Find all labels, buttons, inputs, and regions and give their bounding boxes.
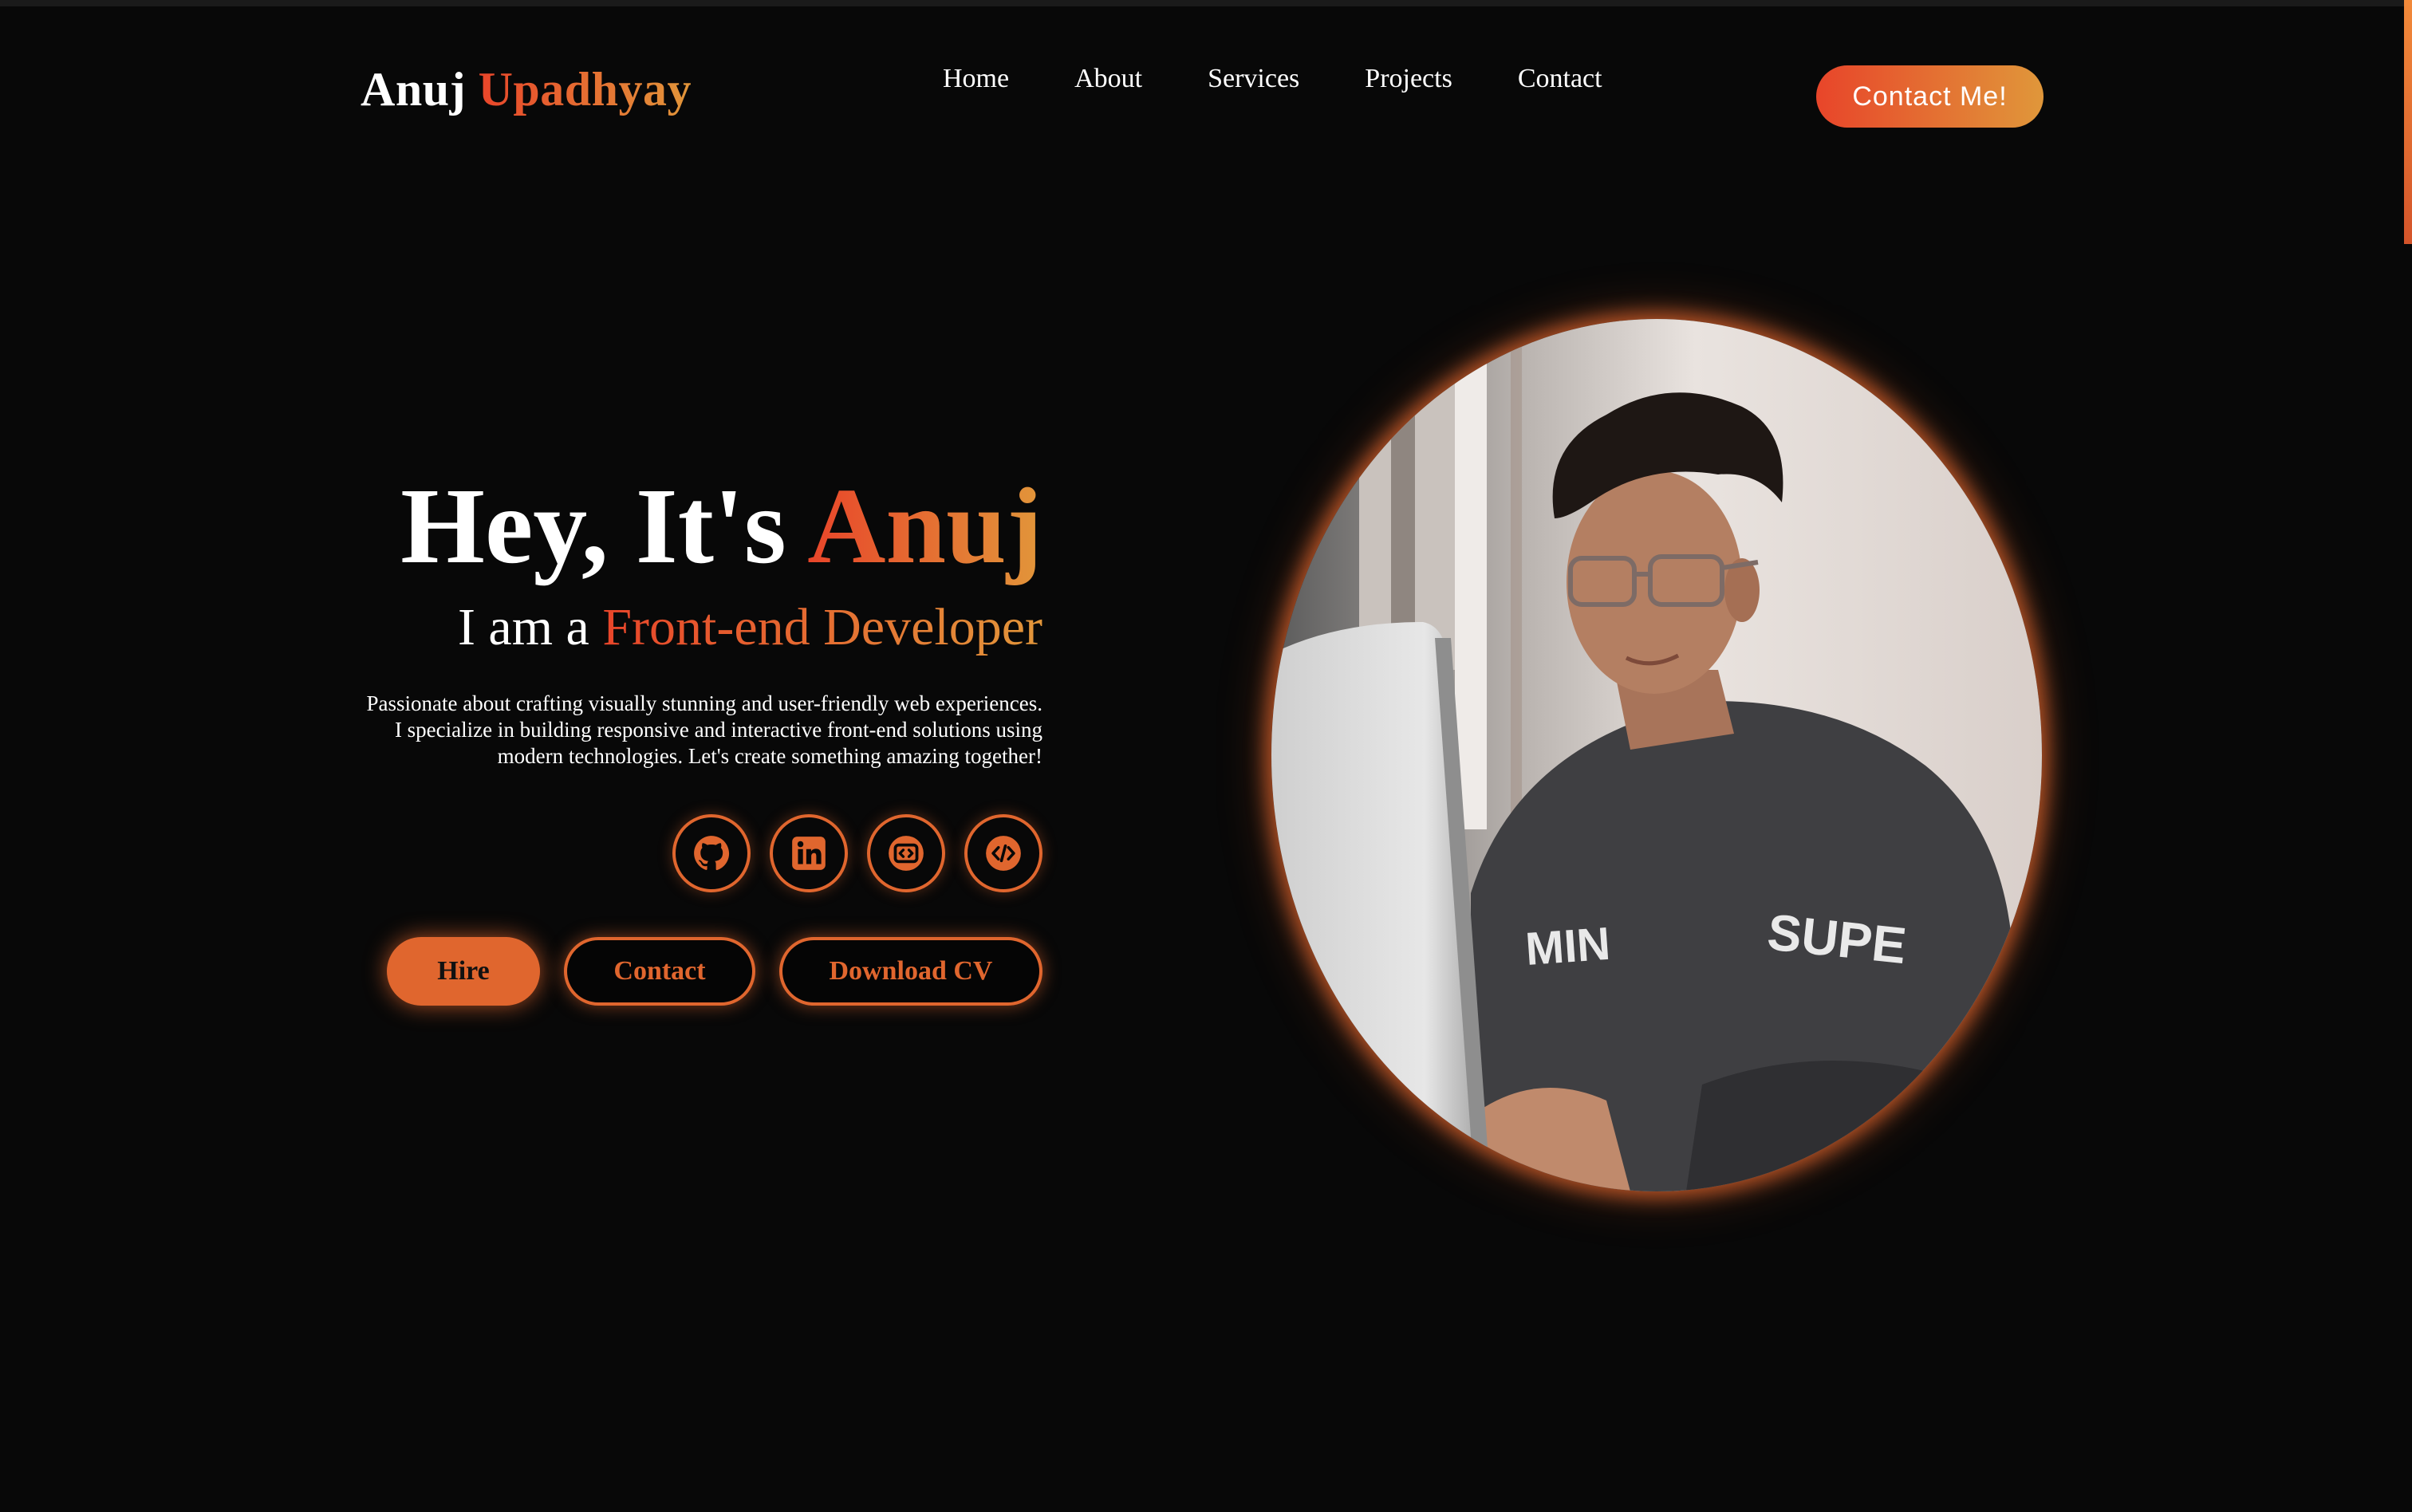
hero-greeting: Hey, It's Anuj (325, 463, 1042, 590)
logo-first-name: Anuj (361, 63, 467, 116)
nav-projects[interactable]: Projects (1365, 64, 1452, 94)
greeting-name: Anuj (807, 467, 1042, 586)
role-prefix: I am a (457, 598, 589, 656)
contact-button[interactable]: Contact (564, 937, 755, 1006)
contact-me-button[interactable]: Contact Me! (1816, 65, 2044, 128)
github-link[interactable] (672, 814, 751, 892)
profile-photo-illustration: SUPE MIN (1271, 319, 2042, 1191)
role-title: Front-end Developer (602, 598, 1042, 656)
linkedin-link[interactable] (770, 814, 848, 892)
nav-home[interactable]: Home (943, 64, 1009, 94)
profile-photo: SUPE MIN (1271, 319, 2042, 1191)
hero-role: I am a Front-end Developer (325, 592, 1042, 663)
github-icon (694, 836, 730, 871)
linkedin-icon (792, 837, 826, 870)
scroll-indicator[interactable] (2404, 0, 2412, 244)
code-link[interactable] (964, 814, 1042, 892)
codepen-icon (889, 836, 924, 871)
hero-intro: Hey, It's Anuj I am a Front-end Develope… (325, 463, 1042, 1006)
main-nav: Home About Services Projects Contact (943, 64, 1602, 94)
nav-contact[interactable]: Contact (1518, 64, 1602, 94)
site-logo[interactable]: Anuj Upadhyay (361, 62, 692, 117)
nav-about[interactable]: About (1074, 64, 1142, 94)
top-border (0, 0, 2412, 6)
download-cv-button[interactable]: Download CV (779, 937, 1042, 1006)
logo-last-name: Upadhyay (478, 63, 692, 116)
social-links (325, 814, 1042, 892)
hero-bio: Passionate about crafting visually stunn… (366, 691, 1042, 768)
svg-text:MIN: MIN (1523, 918, 1612, 975)
hire-button[interactable]: Hire (387, 937, 540, 1006)
code-icon (986, 836, 1021, 871)
hero-actions: Hire Contact Download CV (325, 937, 1042, 1006)
codepen-link[interactable] (867, 814, 945, 892)
greeting-prefix: Hey, It's (400, 467, 786, 586)
nav-services[interactable]: Services (1208, 64, 1299, 94)
